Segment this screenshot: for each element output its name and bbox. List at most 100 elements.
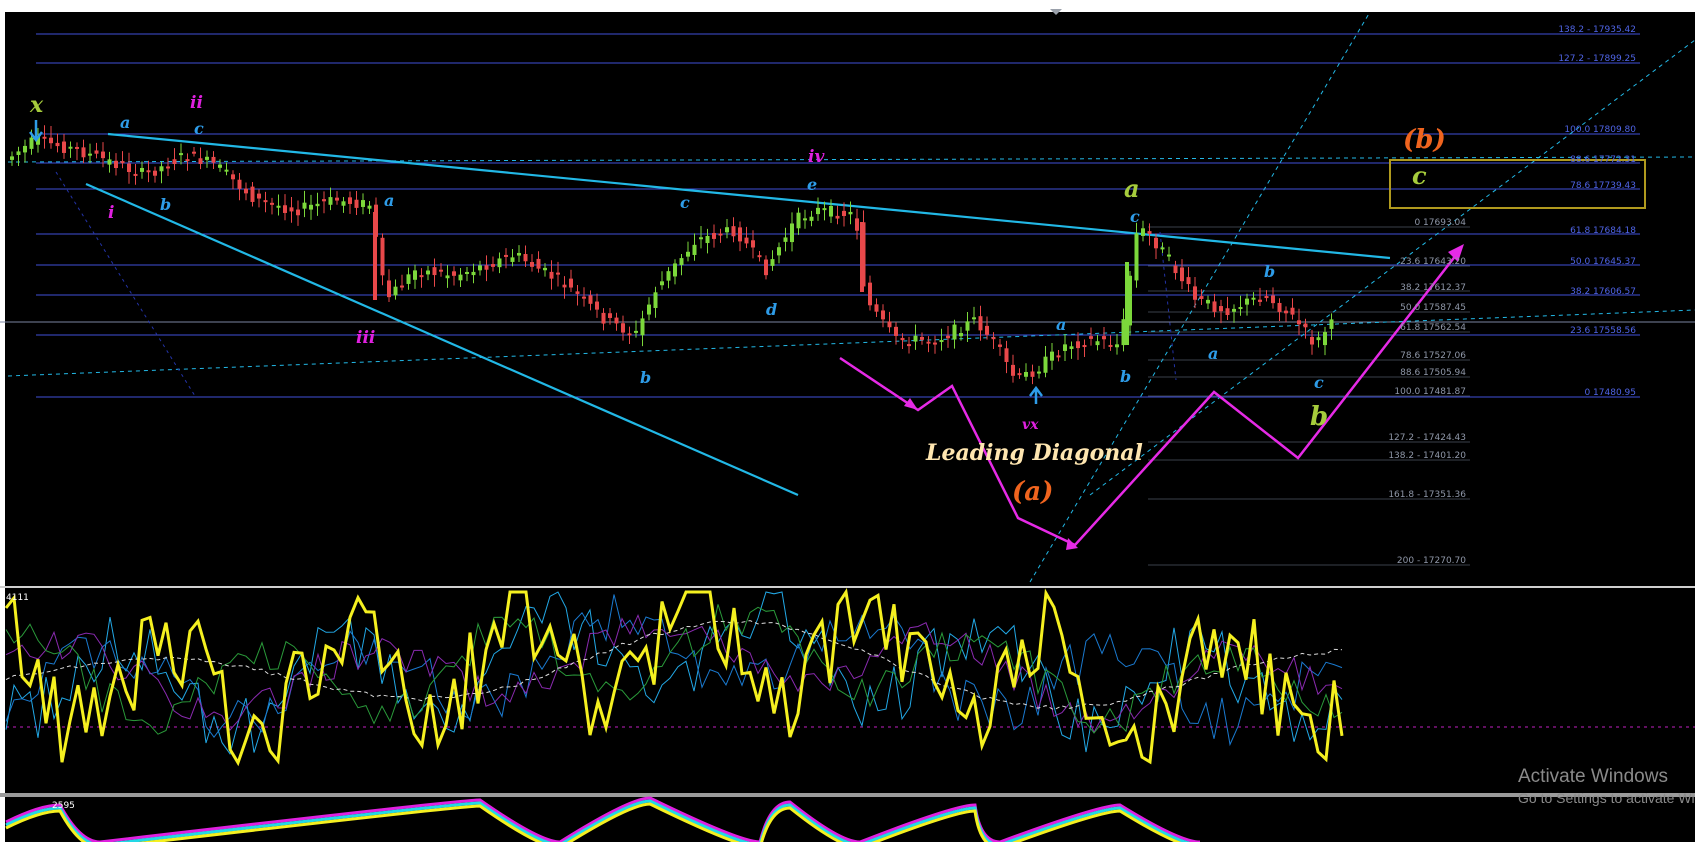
candle-body [517, 252, 521, 256]
candle-body [1043, 356, 1048, 373]
candle-body [699, 237, 703, 240]
wave-label-paren-b: (b) [1403, 125, 1446, 155]
candle-body [426, 270, 430, 275]
candle-body [608, 313, 612, 318]
candle-body [588, 295, 593, 304]
candle-body [777, 247, 781, 256]
candle-body [647, 304, 651, 315]
candle-body [1082, 345, 1087, 348]
candle-body [640, 318, 645, 336]
candle-body [439, 269, 443, 272]
candle-body [744, 237, 749, 244]
fib-label: 38.2 17612.37 [1400, 283, 1466, 293]
candle-body [478, 265, 482, 271]
wave-label-iv: iv [808, 147, 825, 167]
candle-body [276, 205, 281, 208]
candle-body [959, 333, 963, 337]
candle-body [881, 310, 885, 320]
candle-body [75, 146, 79, 149]
candle-body [790, 223, 794, 243]
candle-body [1303, 323, 1308, 328]
candle-body [1316, 337, 1321, 341]
activate-windows-watermark: Activate Windows Go to Settings to activ… [1518, 766, 1695, 806]
candle-body [686, 251, 690, 257]
candle-body [354, 199, 359, 208]
candle-body [432, 267, 437, 276]
wave-label-b: b [160, 195, 171, 214]
fib-label: 88.6 17772.31 [1570, 155, 1636, 165]
candle-body [393, 286, 398, 296]
candle-body [1225, 308, 1230, 316]
candle-body [627, 333, 632, 336]
candle-body [198, 158, 203, 164]
wave-label-a: a [1124, 174, 1140, 203]
candle-body [757, 255, 762, 258]
candle-body [1089, 336, 1093, 339]
candle-body [81, 147, 86, 158]
candle-body [796, 212, 801, 229]
candle-body [380, 237, 385, 276]
candle-body [920, 336, 924, 340]
candle-body [1290, 307, 1295, 315]
candle-body [1121, 319, 1126, 346]
candle-body [1323, 332, 1327, 346]
wave-label-x: x [29, 92, 44, 118]
candle-body [458, 274, 463, 281]
candle-body [575, 291, 580, 294]
candle-body [523, 254, 528, 262]
candle-body [1264, 296, 1269, 299]
wave-label-ii: ii [190, 93, 203, 113]
fib-label: 161.8 - 17351.36 [1388, 490, 1466, 500]
candle-body [860, 222, 864, 292]
candle-body [68, 146, 73, 149]
candle-body [601, 312, 606, 324]
candle-body [23, 145, 27, 153]
candle-body [1011, 364, 1015, 376]
candle-body [179, 153, 183, 156]
candle-body [101, 151, 105, 159]
fib-label: 138.2 - 17935.42 [1558, 25, 1636, 35]
fib-label: 138.2 - 17401.20 [1388, 451, 1466, 461]
candle-body [1056, 355, 1061, 358]
watermark-line-1: Activate Windows [1518, 766, 1668, 787]
candle-body [419, 275, 424, 278]
candle-body [1141, 228, 1145, 236]
candle-body [952, 324, 957, 340]
candle-body [120, 161, 125, 164]
candle-body [452, 271, 456, 276]
candle-body [296, 209, 300, 216]
candle-body [328, 197, 333, 205]
candle-body [205, 156, 209, 160]
fib-label: 100.0 17809.80 [1564, 125, 1636, 135]
candle-body [1102, 336, 1106, 340]
wave-label-c: c [194, 119, 204, 138]
candle-body [231, 174, 235, 180]
candle-body [1115, 344, 1119, 348]
wave-label-c: c [680, 193, 690, 212]
fib-label: 0 17480.95 [1584, 388, 1636, 398]
price-chart[interactable]: 138.2 - 17935.42 127.2 - 17899.25 100.0 … [0, 0, 1695, 842]
candle-body [10, 156, 14, 160]
candle-body [933, 342, 937, 345]
wave-label-paren-a: (a) [1012, 477, 1053, 507]
candle-body [972, 317, 976, 320]
candle-body [16, 151, 21, 155]
candle-body [926, 341, 931, 344]
wave-label-b: b [1310, 402, 1328, 432]
candle-body [556, 272, 560, 275]
wave-label-i: i [108, 203, 114, 223]
candle-body [991, 337, 996, 340]
candle-body [1186, 277, 1191, 285]
fib-label: 88.6 17505.94 [1400, 368, 1466, 378]
candle-body [1193, 286, 1197, 300]
candle-body [614, 317, 619, 324]
candle-body [1258, 299, 1262, 302]
candle-body [1108, 344, 1113, 347]
candle-body [848, 211, 853, 215]
candle-body [1271, 295, 1275, 304]
candle-body [484, 265, 489, 270]
candle-body [874, 304, 879, 312]
candle-body [751, 240, 755, 248]
candle-body [1024, 372, 1028, 377]
wave-label-vx: vx [1022, 417, 1039, 433]
